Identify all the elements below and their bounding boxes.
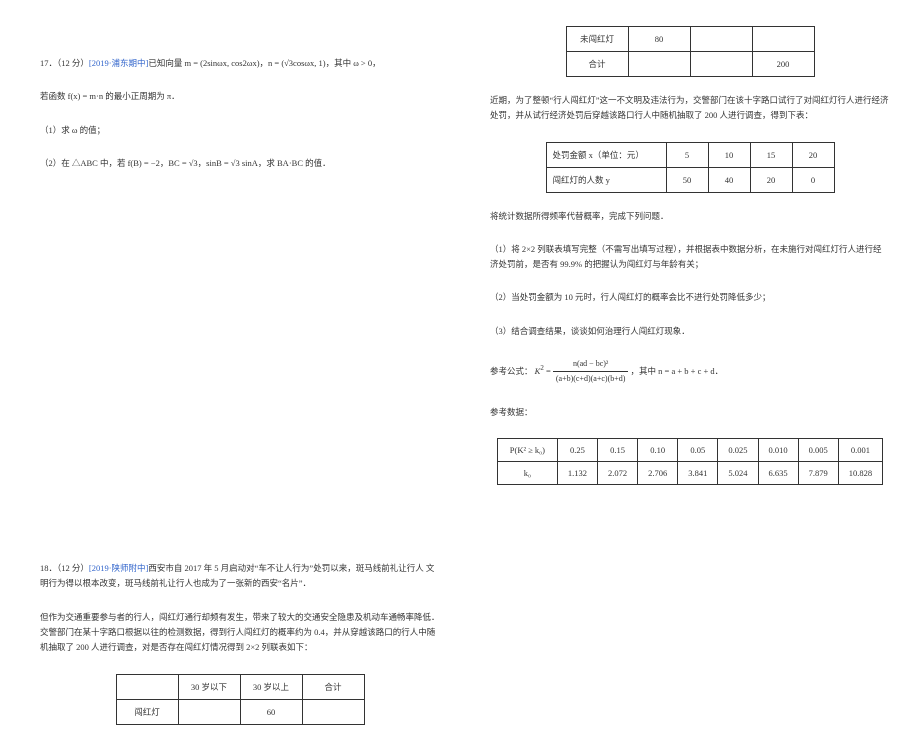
q17-header: 17．（12 分）[2019·浦东期中]已知向量 m = (2sinωx, co… bbox=[40, 56, 440, 71]
table-cell: 0.010 bbox=[758, 439, 798, 462]
table-cell: 5 bbox=[666, 142, 708, 167]
table-row: 闯红灯 60 bbox=[116, 699, 364, 724]
table-cell bbox=[628, 52, 690, 77]
table-cell: 合计 bbox=[566, 52, 628, 77]
right-q2: （2）当处罚金额为 10 元时，行人闯红灯的概率会比不进行处罚降低多少； bbox=[490, 290, 890, 305]
table-row: 合计 200 bbox=[566, 52, 814, 77]
table-cell: 20 bbox=[792, 142, 834, 167]
q17-text: 已知向量 m = (2sinωx, cos2ωx)，n = (√3cosωx, … bbox=[148, 58, 380, 68]
table-row: 处罚金额 x（单位：元） 5 10 15 20 bbox=[546, 142, 834, 167]
table-cell: 20 bbox=[750, 167, 792, 192]
table-cell: 1.132 bbox=[557, 462, 597, 485]
right-para1: 近期，为了整顿“行人闯红灯”这一不文明及违法行为，交警部门在该十字路口试行了对闯… bbox=[490, 93, 890, 124]
table-header: 30 岁以上 bbox=[240, 674, 302, 699]
q17-source: [2019·浦东期中] bbox=[89, 58, 149, 68]
table-cell: 50 bbox=[666, 167, 708, 192]
right-q1: （1）将 2×2 列联表填写完整（不需写出填写过程），并根据表中数据分析，在未施… bbox=[490, 242, 890, 273]
table-cell: 未闯红灯 bbox=[566, 27, 628, 52]
table-cell bbox=[690, 27, 752, 52]
table-cell bbox=[752, 27, 814, 52]
q18-para2: 但作为交通重要参与者的行人，闯红灯通行却频有发生，带来了较大的交通安全隐患及机动… bbox=[40, 610, 440, 656]
contingency-table-bottom: 未闯红灯 80 合计 200 bbox=[566, 26, 815, 77]
table-header bbox=[116, 674, 178, 699]
table-cell bbox=[302, 699, 364, 724]
right-column: 未闯红灯 80 合计 200 近期，为了整顿“行人闯红灯”这一不文明及违法行为，… bbox=[490, 0, 890, 501]
fraction: n(ad − bc)² (a+b)(c+d)(a+c)(b+d) bbox=[553, 357, 629, 387]
table-cell: 10 bbox=[708, 142, 750, 167]
question-17: 17．（12 分）[2019·浦东期中]已知向量 m = (2sinωx, co… bbox=[40, 56, 440, 171]
table-cell: 80 bbox=[628, 27, 690, 52]
table-header: k₀ bbox=[497, 462, 557, 485]
table-cell: 0.05 bbox=[678, 439, 718, 462]
question-18: 18．（12 分）[2019·陕师附中]西安市自 2017 年 5 月启动对“车… bbox=[40, 561, 440, 724]
table-cell: 0.10 bbox=[638, 439, 678, 462]
table-cell: 闯红灯的人数 y bbox=[546, 167, 666, 192]
table-cell bbox=[178, 699, 240, 724]
right-para2: 将统计数据所得频率代替概率，完成下列问题． bbox=[490, 209, 890, 224]
table-cell: 3.841 bbox=[678, 462, 718, 485]
numerator: n(ad − bc)² bbox=[553, 357, 629, 372]
left-column: 17．（12 分）[2019·浦东期中]已知向量 m = (2sinωx, co… bbox=[40, 0, 440, 741]
table-row: P(K² ≥ k₀) 0.25 0.15 0.10 0.05 0.025 0.0… bbox=[497, 439, 882, 462]
q18-text: 西安市自 2017 年 5 月启动对“车不让人行为”处罚以来，斑马线前礼让行人 bbox=[148, 563, 423, 573]
q17-line2: 若函数 f(x) = m·n 的最小正周期为 π． bbox=[40, 89, 440, 104]
table-row: k₀ 1.132 2.072 2.706 3.841 5.024 6.635 7… bbox=[497, 462, 882, 485]
table-cell: 0.005 bbox=[798, 439, 838, 462]
q18-source: [2019·陕师附中] bbox=[89, 563, 149, 573]
table-cell: 5.024 bbox=[718, 462, 758, 485]
table-cell: 40 bbox=[708, 167, 750, 192]
table-cell bbox=[690, 52, 752, 77]
table-cell: 闯红灯 bbox=[116, 699, 178, 724]
table-header: P(K² ≥ k₀) bbox=[497, 439, 557, 462]
table-cell: 6.635 bbox=[758, 462, 798, 485]
contingency-table-bottom-wrap: 未闯红灯 80 合计 200 bbox=[490, 26, 890, 77]
table-cell: 15 bbox=[750, 142, 792, 167]
table-cell: 0.001 bbox=[838, 439, 882, 462]
table-cell: 2.706 bbox=[638, 462, 678, 485]
table-cell: 7.879 bbox=[798, 462, 838, 485]
table-cell: 0 bbox=[792, 167, 834, 192]
reference-data-table: P(K² ≥ k₀) 0.25 0.15 0.10 0.05 0.025 0.0… bbox=[497, 438, 883, 485]
q18-header: 18．（12 分）[2019·陕师附中]西安市自 2017 年 5 月启动对“车… bbox=[40, 561, 440, 592]
q17-part1: （1）求 ω 的值； bbox=[40, 123, 440, 138]
q18-number: 18．（12 分） bbox=[40, 563, 89, 573]
q17-part2: （2）在 △ABC 中，若 f(B) = −2，BC = √3，sinB = √… bbox=[40, 156, 440, 171]
table-cell: 10.828 bbox=[838, 462, 882, 485]
table-cell: 处罚金额 x（单位：元） bbox=[546, 142, 666, 167]
formula-where: ，其中 n = a + b + c + d． bbox=[631, 366, 724, 376]
reference-formula: 参考公式： K2 = n(ad − bc)² (a+b)(c+d)(a+c)(b… bbox=[490, 357, 890, 387]
table-cell: 0.15 bbox=[598, 439, 638, 462]
right-q3: （3）结合调查结果，谈谈如何治理行人闯红灯现象． bbox=[490, 324, 890, 339]
table-cell: 200 bbox=[752, 52, 814, 77]
table-cell: 0.025 bbox=[718, 439, 758, 462]
table-header: 合计 bbox=[302, 674, 364, 699]
table-row: 闯红灯的人数 y 50 40 20 0 bbox=[546, 167, 834, 192]
table-cell: 60 bbox=[240, 699, 302, 724]
table-row: 30 岁以下 30 岁以上 合计 bbox=[116, 674, 364, 699]
contingency-table-top: 30 岁以下 30 岁以上 合计 闯红灯 60 bbox=[116, 674, 365, 725]
table-cell: 2.072 bbox=[598, 462, 638, 485]
reference-data-label: 参考数据： bbox=[490, 405, 890, 420]
q17-number: 17．（12 分） bbox=[40, 58, 89, 68]
fine-survey-table: 处罚金额 x（单位：元） 5 10 15 20 闯红灯的人数 y 50 40 2… bbox=[546, 142, 835, 193]
formula-label: 参考公式： bbox=[490, 366, 533, 376]
table-cell: 0.25 bbox=[557, 439, 597, 462]
denominator: (a+b)(c+d)(a+c)(b+d) bbox=[553, 372, 629, 386]
table-row: 未闯红灯 80 bbox=[566, 27, 814, 52]
table-header: 30 岁以下 bbox=[178, 674, 240, 699]
